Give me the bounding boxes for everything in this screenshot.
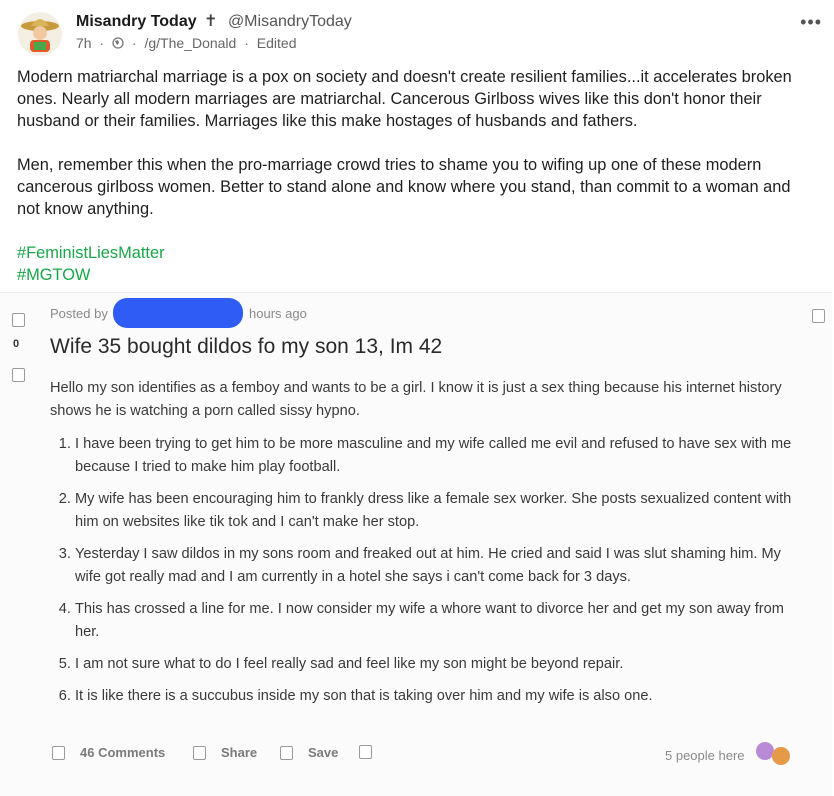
- posted-by-label: Posted by: [50, 306, 108, 321]
- vote-count: 0: [13, 338, 20, 350]
- list-item: It is like there is a succubus inside my…: [75, 685, 810, 708]
- post-meta: 7h · · /g/The_Donald · Edited: [76, 35, 297, 51]
- globe-icon: [112, 35, 128, 51]
- list-item: I have been trying to get him to be more…: [75, 433, 810, 479]
- share-action: Share: [193, 745, 257, 760]
- menu-icon: [812, 309, 825, 323]
- comments-action: 46 Comments: [52, 745, 165, 760]
- post-paragraph: Men, remember this when the pro-marriage…: [17, 156, 791, 218]
- comments-label: 46 Comments: [80, 745, 166, 760]
- more-options-button[interactable]: •••: [800, 12, 822, 33]
- author-handle[interactable]: @MisandryToday: [228, 13, 352, 30]
- list-item: My wife has been encouraging him to fran…: [75, 488, 810, 534]
- share-icon: [193, 745, 206, 760]
- author-line: Misandry Today ✝ @MisandryToday: [76, 11, 352, 31]
- hashtag-list: #FeministLiesMatter #MGTOW: [17, 242, 817, 286]
- screenshot-body: Hello my son identifies as a femboy and …: [50, 377, 810, 717]
- post-time[interactable]: 7h: [76, 35, 92, 51]
- upvote-icon: [12, 313, 25, 327]
- post-header: Misandry Today ✝ @MisandryToday 7h · · /…: [18, 8, 834, 58]
- separator: ·: [99, 35, 105, 51]
- post-age: hours ago: [249, 306, 307, 321]
- screenshot-list: I have been trying to get him to be more…: [50, 433, 810, 708]
- community-link[interactable]: /g/The_Donald: [144, 35, 236, 51]
- screenshot-title: Wife 35 bought dildos fo my son 13, Im 4…: [50, 335, 443, 358]
- avatar[interactable]: [18, 12, 62, 56]
- hashtag-link[interactable]: #MGTOW: [17, 264, 817, 286]
- comment-icon: [52, 745, 65, 760]
- list-item: Yesterday I saw dildos in my sons room a…: [75, 543, 810, 589]
- share-label: Share: [221, 745, 258, 760]
- edited-label: Edited: [256, 35, 297, 51]
- redaction-mark: [113, 298, 243, 328]
- hashtag-link[interactable]: #FeministLiesMatter: [17, 242, 817, 264]
- post-body: Modern matriarchal marriage is a pox on …: [17, 66, 817, 286]
- cross-icon: ✝: [204, 13, 218, 30]
- separator: ·: [131, 35, 137, 51]
- save-label: Save: [308, 745, 339, 760]
- list-item: This has crossed a line for me. I now co…: [75, 598, 810, 644]
- save-action: Save: [280, 745, 338, 760]
- more-icon: [359, 745, 372, 759]
- screenshot-intro: Hello my son identifies as a femboy and …: [50, 380, 782, 419]
- list-item: I am not sure what to do I feel really s…: [75, 653, 810, 676]
- people-here-label: 5 people here: [665, 748, 745, 763]
- save-icon: [280, 745, 293, 760]
- more-action: [359, 745, 387, 759]
- post-paragraph: Modern matriarchal marriage is a pox on …: [17, 68, 792, 130]
- user-avatar-icon: [772, 747, 790, 765]
- display-name[interactable]: Misandry Today: [76, 13, 197, 30]
- downvote-icon: [12, 368, 25, 382]
- embedded-screenshot[interactable]: 0 Posted by hours ago Wife 35 bought dil…: [0, 292, 832, 796]
